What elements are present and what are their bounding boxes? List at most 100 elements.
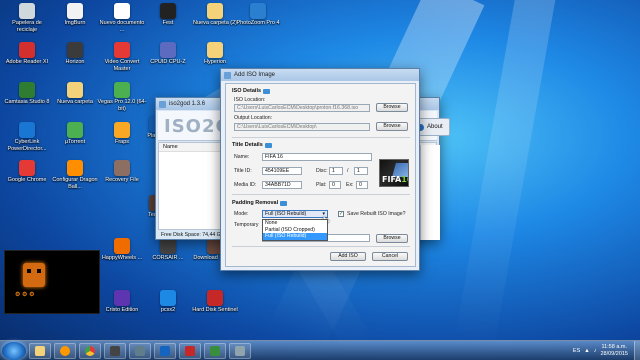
iso2god-side-panel (420, 145, 440, 240)
desktop-icon-camtasia[interactable]: Camtasia Studio 8 (2, 82, 52, 118)
desktop-icon-label: Fest (162, 20, 174, 26)
desktop-icon-fraps[interactable]: Fraps (97, 122, 147, 158)
add-iso-dialog[interactable]: Add ISO Image ISO Details ISO Location: … (220, 68, 420, 271)
desktop-icon-cristo[interactable]: Cristo Edition (97, 290, 147, 326)
language-indicator[interactable]: ES (573, 348, 580, 354)
cover-number: 16 (401, 175, 408, 184)
desktop-icon-nuevo-doc[interactable]: Nuevo documento ... (97, 3, 147, 39)
happy-wheels-icon (114, 238, 130, 254)
browse-temp-button[interactable]: Browse (376, 234, 408, 243)
temporary-label: Temporary (234, 222, 259, 228)
browse-output-button[interactable]: Browse (376, 122, 408, 131)
add-iso-button[interactable]: Add ISO (330, 252, 366, 261)
taskbar-explorer[interactable] (29, 342, 51, 359)
desktop-icon-label: µTorrent (64, 139, 86, 145)
desktop-icon-fest[interactable]: Fest (143, 3, 193, 39)
desktop-icon-horizon[interactable]: Horizon (50, 42, 100, 78)
chrome-icon (85, 345, 95, 356)
desktop-icon-imgburn[interactable]: ImgBurn (50, 3, 100, 39)
start-button[interactable] (2, 341, 26, 360)
dialog-titlebar[interactable]: Add ISO Image (221, 69, 419, 81)
name-label: Name: (234, 154, 250, 160)
title-id-field[interactable]: 454109EE (262, 167, 302, 175)
iso-location-field[interactable]: C:\Users\LuisCarlosECM\Desktop\proton.f1… (234, 104, 370, 112)
clock-date: 28/09/2015 (600, 350, 628, 357)
info-icon (264, 142, 272, 148)
desktop-icon-label: PhotoZoom Pro 4 (236, 20, 280, 26)
desktop-icon-label: Adobe Reader XI (5, 59, 49, 65)
mode-dropdown-list[interactable]: None Partial (ISO Cropped) Full (ISO Reb… (262, 219, 328, 241)
save-rebuilt-checkbox[interactable]: ✓ (338, 211, 344, 217)
taskbar: ES ▲ ♪ 11:58 a.m. 28/09/2015 (0, 340, 640, 360)
taskbar-chrome[interactable] (79, 342, 101, 359)
plat-field[interactable]: 0 (329, 181, 341, 189)
desktop-icon-label: Recovery File (105, 177, 139, 183)
mode-label: Mode: (234, 211, 249, 217)
name-field[interactable]: FIFA 16 (262, 153, 372, 161)
desktop-icon-label: HappyWheels ... (101, 255, 143, 261)
desktop-icon-corsair[interactable]: CORSAIR ... (143, 238, 193, 274)
separator (232, 137, 410, 138)
desktop-icon-happy-wheels[interactable]: HappyWheels ... (97, 238, 147, 274)
nueva-carpeta-icon (67, 82, 83, 98)
media-id-field[interactable]: 34ABB71D (262, 181, 302, 189)
volume-icon[interactable]: ♪ (594, 348, 597, 354)
desktop-icon-papelera[interactable]: Papelera de reciclaje (2, 3, 52, 39)
taskbar-media[interactable] (54, 342, 76, 359)
taskbar-app-7[interactable] (179, 342, 201, 359)
save-rebuilt-label: Save Rebuilt ISO Image? (347, 211, 406, 217)
taskbar-app-4[interactable] (104, 342, 126, 359)
app-icon (160, 345, 170, 356)
taskbar-app-5[interactable] (129, 342, 151, 359)
desktop-icon-cyberlink[interactable]: CyberLink PowerDirector... (2, 122, 52, 158)
desktop-icon-label: Vegas Pro 12.0 (64-bit) (97, 99, 147, 112)
desktop-icon-label: Video Convert Master (104, 59, 140, 72)
desktop-icon-vegas[interactable]: Vegas Pro 12.0 (64-bit) (97, 82, 147, 118)
desktop-icon-configurar-dragon[interactable]: Configurar Dragon Ball... (50, 160, 100, 196)
output-location-field[interactable]: C:\Users\LuisCarlosECM\Desktop\ (234, 123, 370, 131)
title-details-heading-text: Title Details (232, 142, 263, 148)
app-icon (235, 345, 245, 356)
desktop-icon-video-convert[interactable]: Video Convert Master (97, 42, 147, 78)
info-icon (263, 88, 271, 94)
network-icon[interactable]: ▲ (584, 348, 589, 354)
show-desktop-button[interactable] (634, 340, 640, 360)
hard-disk-icon (207, 290, 223, 306)
desktop-icon-utorrent[interactable]: µTorrent (50, 122, 100, 158)
camtasia-icon (19, 82, 35, 98)
folder-icon (35, 345, 45, 356)
desktop-icon-label: Papelera de reciclaje (12, 20, 42, 33)
disc-field[interactable]: 1 (329, 167, 343, 175)
browse-iso-button[interactable]: Browse (376, 103, 408, 112)
desktop-icon-label: Hard Disk Sentinel (192, 307, 238, 313)
vegas-icon (114, 82, 130, 98)
disc-separator: / (347, 168, 349, 174)
mode-select[interactable]: Full (ISO Rebuild) ▾ (262, 210, 328, 218)
padding-removal-heading: Padding Removal (232, 200, 288, 206)
separator (232, 246, 410, 247)
desktop-icon-recovery[interactable]: Recovery File (97, 160, 147, 196)
info-icon (280, 200, 288, 206)
desktop-icon-adobe-reader[interactable]: Adobe Reader XI (2, 42, 52, 78)
cancel-button[interactable]: Cancel (372, 252, 408, 261)
padding-removal-heading-text: Padding Removal (232, 200, 279, 206)
chrome-icon (19, 160, 35, 176)
mode-option-full[interactable]: Full (ISO Rebuild) (263, 233, 327, 240)
desktop-icon-pcsx[interactable]: pcsx2 (143, 290, 193, 326)
desktop-icon-label: CORSAIR ... (152, 255, 184, 261)
title-id-label: Title ID: (234, 168, 252, 174)
clock[interactable]: 11:58 a.m. 28/09/2015 (600, 344, 628, 358)
taskbar-app-8[interactable] (204, 342, 226, 359)
corsair-icon (160, 238, 176, 254)
ex-field[interactable]: 0 (356, 181, 368, 189)
separator (232, 194, 410, 195)
taskbar-app-6[interactable] (154, 342, 176, 359)
desktop-icon-photozoom[interactable]: PhotoZoom Pro 4 (233, 3, 283, 39)
desktop-icon-cpuid[interactable]: CPUID CPU-Z (143, 42, 193, 78)
desktop-icon-chrome[interactable]: Google Chrome (2, 160, 52, 196)
disc-total-field[interactable]: 1 (354, 167, 368, 175)
about-label: About (427, 124, 443, 130)
desktop-icon-nueva-carpeta[interactable]: Nueva carpeta (50, 82, 100, 118)
taskbar-app-9[interactable] (229, 342, 251, 359)
desktop-icon-hard-disk[interactable]: Hard Disk Sentinel (190, 290, 240, 326)
